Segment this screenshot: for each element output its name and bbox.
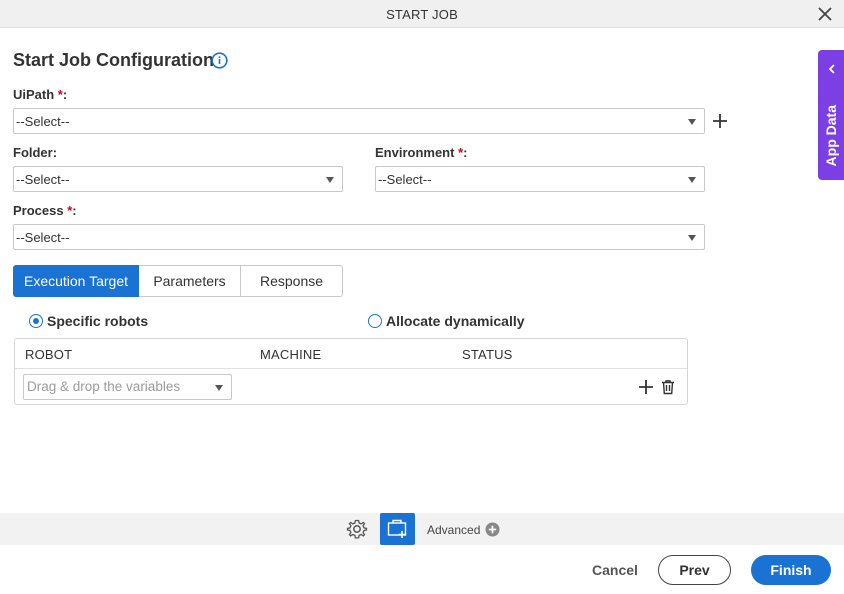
uipath-select-value: --Select-- [16,114,70,129]
uipath-label: UiPath *: [13,87,67,102]
process-select[interactable]: --Select-- [13,224,705,250]
uipath-select[interactable]: --Select-- [13,108,705,134]
radio-unchecked-icon [368,314,382,328]
process-select-value: --Select-- [16,230,70,245]
robots-table: ROBOT MACHINE STATUS Drag & drop the var… [14,338,688,405]
chevron-left-icon [828,64,835,74]
radio-specific-robots[interactable]: Specific robots [29,313,148,329]
uipath-label-text: UiPath [13,87,55,102]
dropdown-arrow-icon [688,119,696,125]
advanced-label[interactable]: Advanced [427,523,480,537]
radio-label: Allocate dynamically [386,313,525,329]
radio-allocate-dynamically[interactable]: Allocate dynamically [368,313,525,329]
config-tabs: Execution Target Parameters Response [13,265,343,297]
folder-label: Folder: [13,145,58,160]
title-bar: START JOB [0,0,844,28]
radio-checked-icon [29,314,43,328]
prev-button[interactable]: Prev [658,555,731,585]
close-icon[interactable] [817,6,833,22]
bottom-toolbar: Advanced [0,513,844,545]
column-header-machine: MACHINE [260,347,322,362]
dropdown-arrow-icon [326,177,334,183]
add-uipath-connection-icon[interactable] [712,113,728,129]
plus-icon[interactable] [638,379,654,395]
cancel-button[interactable]: Cancel [580,555,650,585]
app-data-label: App Data [823,105,839,167]
environment-label: Environment *: [375,145,468,160]
robot-variable-dropdown[interactable]: Drag & drop the variables [23,374,232,400]
dropdown-arrow-icon [688,177,696,183]
trash-icon[interactable] [660,379,676,395]
dropdown-arrow-icon [688,235,696,241]
label-colon: : [463,145,468,160]
environment-select-value: --Select-- [378,172,432,187]
label-colon: : [72,203,77,218]
screen-add-icon [387,519,407,538]
folder-select-value: --Select-- [16,172,70,187]
process-label-text: Process [13,203,64,218]
window-title: START JOB [386,7,458,22]
tab-parameters[interactable]: Parameters [139,265,241,297]
dropdown-arrow-icon [215,385,223,391]
plus-circle-icon[interactable] [485,522,500,537]
process-label: Process *: [13,203,77,218]
table-divider [15,368,687,369]
folder-select[interactable]: --Select-- [13,166,343,192]
radio-label: Specific robots [47,313,149,329]
column-header-robot: ROBOT [25,347,73,362]
info-icon[interactable] [211,52,228,69]
tab-response[interactable]: Response [241,265,343,297]
environment-label-text: Environment [375,145,455,160]
environment-select[interactable]: --Select-- [375,166,705,192]
gear-icon[interactable] [346,518,368,540]
label-colon: : [62,87,68,102]
robot-dropdown-placeholder: Drag & drop the variables [27,379,181,394]
finish-button[interactable]: Finish [751,555,831,585]
app-data-panel-toggle[interactable]: App Data [818,50,844,180]
page-title: Start Job Configuration [13,50,214,70]
app-data-button[interactable] [380,513,415,545]
column-header-status: STATUS [462,347,513,362]
tab-execution-target[interactable]: Execution Target [13,265,139,297]
